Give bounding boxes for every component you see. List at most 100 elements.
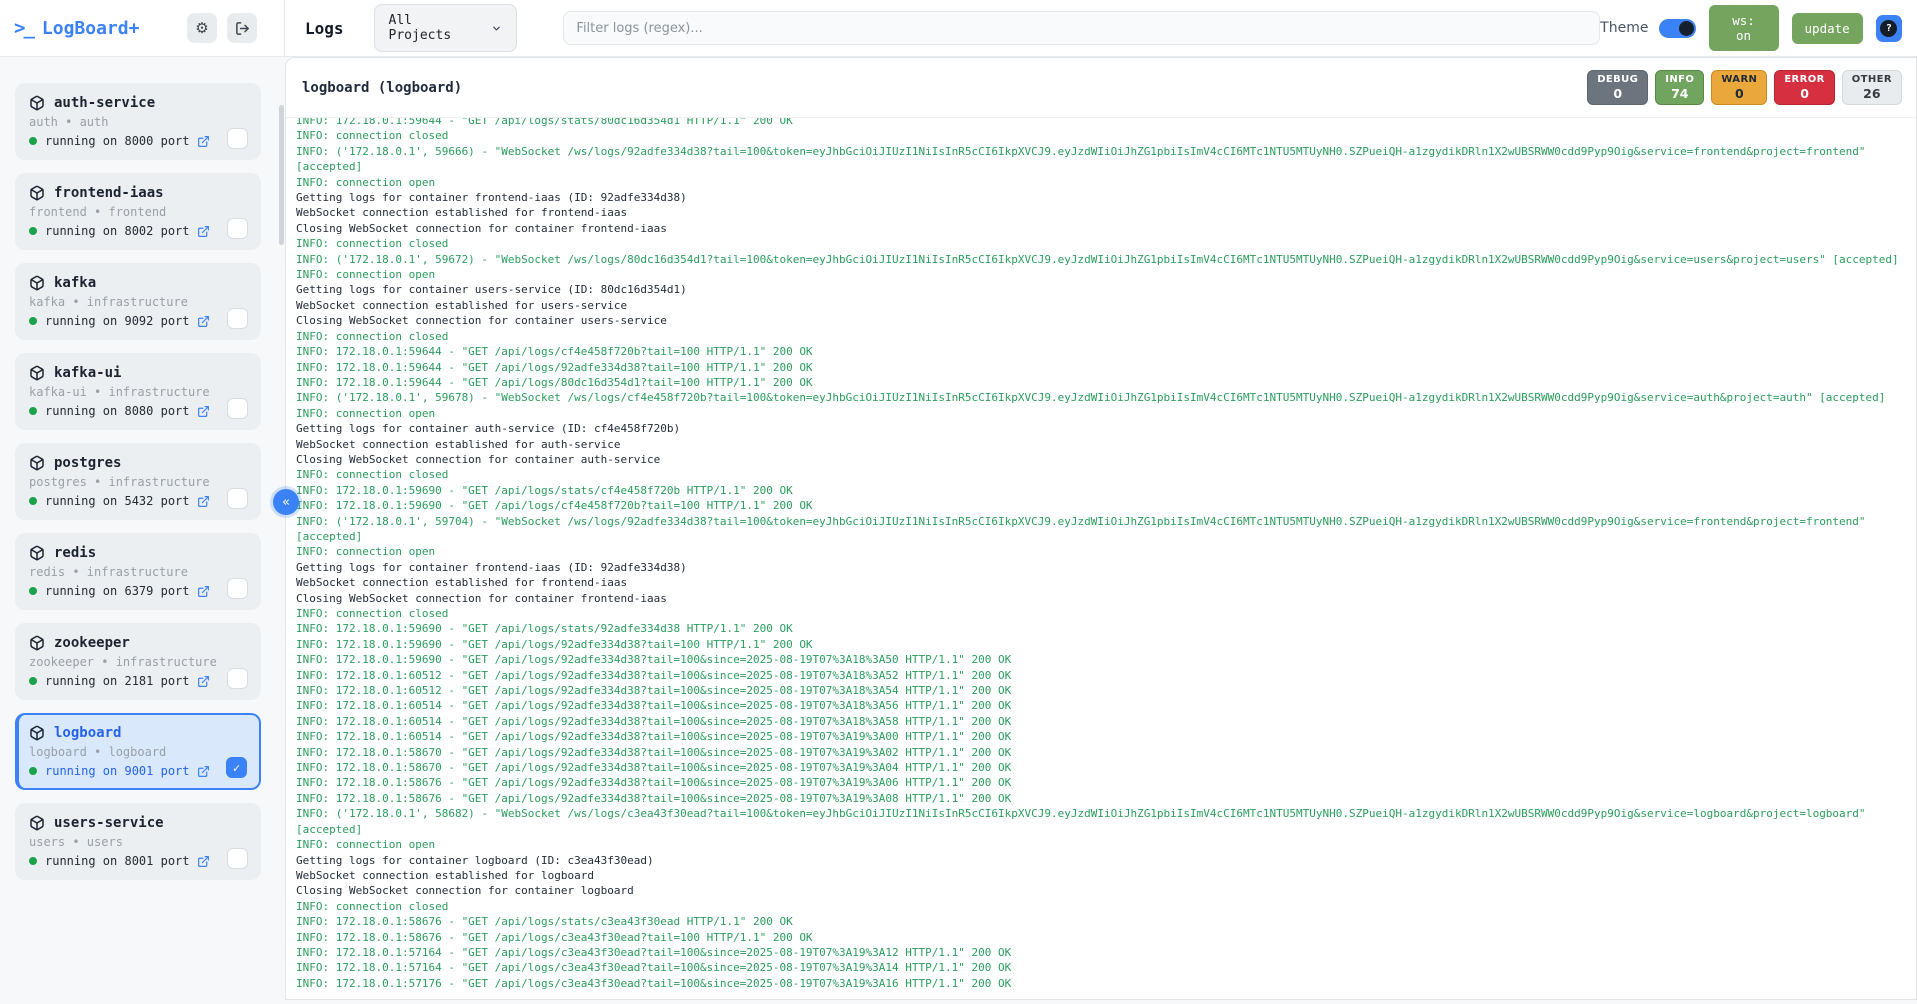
log-line: INFO: connection closed [296, 606, 1908, 621]
log-line: INFO: 172.18.0.1:57164 - "GET /api/logs/… [296, 960, 1908, 975]
page-title: Logs [305, 19, 344, 38]
external-link-icon[interactable] [197, 405, 210, 418]
log-line: INFO: ('172.18.0.1', 59672) - "WebSocket… [296, 252, 1908, 267]
log-level-badge: OTHER 26 [1842, 70, 1902, 105]
log-line: INFO: connection open [296, 406, 1908, 421]
header-right-tools: Theme ws: on update ? [1600, 5, 1917, 51]
services-sidebar: auth-service auth • auth running on 8000… [0, 57, 285, 1004]
badge-count: 0 [1721, 86, 1757, 101]
log-panel-header: logboard (logboard) DEBUG 0 INFO 74 WARN… [286, 58, 1916, 118]
log-line: Closing WebSocket connection for contain… [296, 221, 1908, 236]
badge-label: ERROR [1784, 74, 1824, 85]
log-line: Closing WebSocket connection for contain… [296, 591, 1908, 606]
project-select-dropdown[interactable]: All Projects [374, 4, 518, 52]
filter-logs-input[interactable] [563, 11, 1600, 45]
service-status-row: running on 9001 port [29, 764, 247, 778]
log-line: INFO: 172.18.0.1:59644 - "GET /api/logs/… [296, 375, 1908, 390]
service-name: logboard [54, 725, 121, 741]
log-line: INFO: connection closed [296, 236, 1908, 251]
service-status-row: running on 8000 port [29, 134, 247, 148]
service-card[interactable]: redis redis • infrastructure running on … [15, 533, 261, 610]
log-line: INFO: connection open [296, 175, 1908, 190]
help-button[interactable]: ? [1876, 15, 1902, 42]
log-line: INFO: connection closed [296, 467, 1908, 482]
service-status-text: running on 8001 port [45, 854, 190, 868]
log-line: INFO: 172.18.0.1:58670 - "GET /api/logs/… [296, 745, 1908, 760]
sidebar-scrollbar-thumb[interactable] [279, 105, 284, 245]
log-line: INFO: 172.18.0.1:59690 - "GET /api/logs/… [296, 483, 1908, 498]
service-card[interactable]: auth-service auth • auth running on 8000… [15, 83, 261, 160]
service-subtitle: redis • infrastructure [29, 565, 247, 579]
service-card[interactable]: postgres postgres • infrastructure runni… [15, 443, 261, 520]
chevrons-left-icon: « [282, 495, 290, 510]
logout-icon [235, 21, 250, 36]
service-card[interactable]: zookeeper zookeeper • infrastructure run… [15, 623, 261, 700]
service-card[interactable]: kafka kafka • infrastructure running on … [15, 263, 261, 340]
service-name-row: logboard [29, 725, 247, 741]
running-status-dot [29, 407, 37, 415]
service-card[interactable]: frontend-iaas frontend • frontend runnin… [15, 173, 261, 250]
service-subtitle: users • users [29, 835, 247, 849]
log-level-badge: WARN 0 [1711, 70, 1767, 105]
collapse-sidebar-button[interactable]: « [273, 489, 299, 515]
theme-toggle[interactable] [1659, 19, 1695, 38]
log-line: INFO: 172.18.0.1:58676 - "GET /api/logs/… [296, 930, 1908, 945]
brand-zone: >_ LogBoard+ ⚙ [0, 0, 285, 56]
service-status-text: running on 8000 port [45, 134, 190, 148]
service-subtitle: kafka • infrastructure [29, 295, 247, 309]
service-select-checkbox[interactable] [227, 398, 248, 419]
service-select-checkbox[interactable] [227, 488, 248, 509]
service-name-row: frontend-iaas [29, 185, 247, 201]
service-name: postgres [54, 455, 121, 471]
log-line: INFO: connection open [296, 837, 1908, 852]
log-level-badge: DEBUG 0 [1587, 70, 1648, 105]
log-line: Getting logs for container users-service… [296, 282, 1908, 297]
service-select-checkbox[interactable] [227, 218, 248, 239]
external-link-icon[interactable] [197, 855, 210, 868]
log-line: INFO: 172.18.0.1:60512 - "GET /api/logs/… [296, 683, 1908, 698]
log-line: WebSocket connection established for fro… [296, 205, 1908, 220]
external-link-icon[interactable] [197, 675, 210, 688]
logout-button[interactable] [227, 13, 257, 43]
service-name-row: redis [29, 545, 247, 561]
log-line: INFO: connection closed [296, 329, 1908, 344]
service-status-row: running on 8002 port [29, 224, 247, 238]
log-line: INFO: 172.18.0.1:58670 - "GET /api/logs/… [296, 760, 1908, 775]
service-status-row: running on 2181 port [29, 674, 247, 688]
project-select-label: All Projects [389, 13, 482, 43]
service-select-checkbox[interactable] [227, 848, 248, 869]
service-select-checkbox[interactable] [227, 128, 248, 149]
external-link-icon[interactable] [197, 495, 210, 508]
service-select-checkbox[interactable] [227, 668, 248, 689]
service-subtitle: logboard • logboard [29, 745, 247, 759]
external-link-icon[interactable] [197, 585, 210, 598]
service-status-text: running on 6379 port [45, 584, 190, 598]
service-card[interactable]: users-service users • users running on 8… [15, 803, 261, 880]
service-name: kafka [54, 275, 96, 291]
external-link-icon[interactable] [197, 225, 210, 238]
service-select-checkbox[interactable] [227, 578, 248, 599]
external-link-icon[interactable] [197, 135, 210, 148]
log-line: Getting logs for container frontend-iaas… [296, 560, 1908, 575]
log-line: INFO: 172.18.0.1:60512 - "GET /api/logs/… [296, 668, 1908, 683]
service-card[interactable]: logboard logboard • logboard running on … [15, 713, 261, 790]
settings-button[interactable]: ⚙ [187, 13, 217, 43]
log-line: INFO: ('172.18.0.1', 59704) - "WebSocket… [296, 514, 1908, 545]
service-name-row: kafka-ui [29, 365, 247, 381]
log-level-badge: ERROR 0 [1774, 70, 1834, 105]
service-select-checkbox[interactable] [227, 308, 248, 329]
update-button[interactable]: update [1792, 13, 1863, 44]
external-link-icon[interactable] [197, 765, 210, 778]
websocket-status-button[interactable]: ws: on [1709, 5, 1779, 51]
external-link-icon[interactable] [197, 315, 210, 328]
service-card[interactable]: kafka-ui kafka-ui • infrastructure runni… [15, 353, 261, 430]
log-line: WebSocket connection established for use… [296, 298, 1908, 313]
log-output-area[interactable]: INFO: 172.18.0.1:59644 - "GET /api/logs/… [286, 118, 1916, 999]
package-box-icon [29, 635, 45, 651]
log-line: INFO: 172.18.0.1:59690 - "GET /api/logs/… [296, 621, 1908, 636]
log-line: INFO: 172.18.0.1:60514 - "GET /api/logs/… [296, 729, 1908, 744]
package-box-icon [29, 275, 45, 291]
log-line: INFO: 172.18.0.1:59690 - "GET /api/logs/… [296, 498, 1908, 513]
log-level-badge: INFO 74 [1655, 70, 1704, 105]
service-select-checkbox[interactable] [226, 757, 247, 778]
